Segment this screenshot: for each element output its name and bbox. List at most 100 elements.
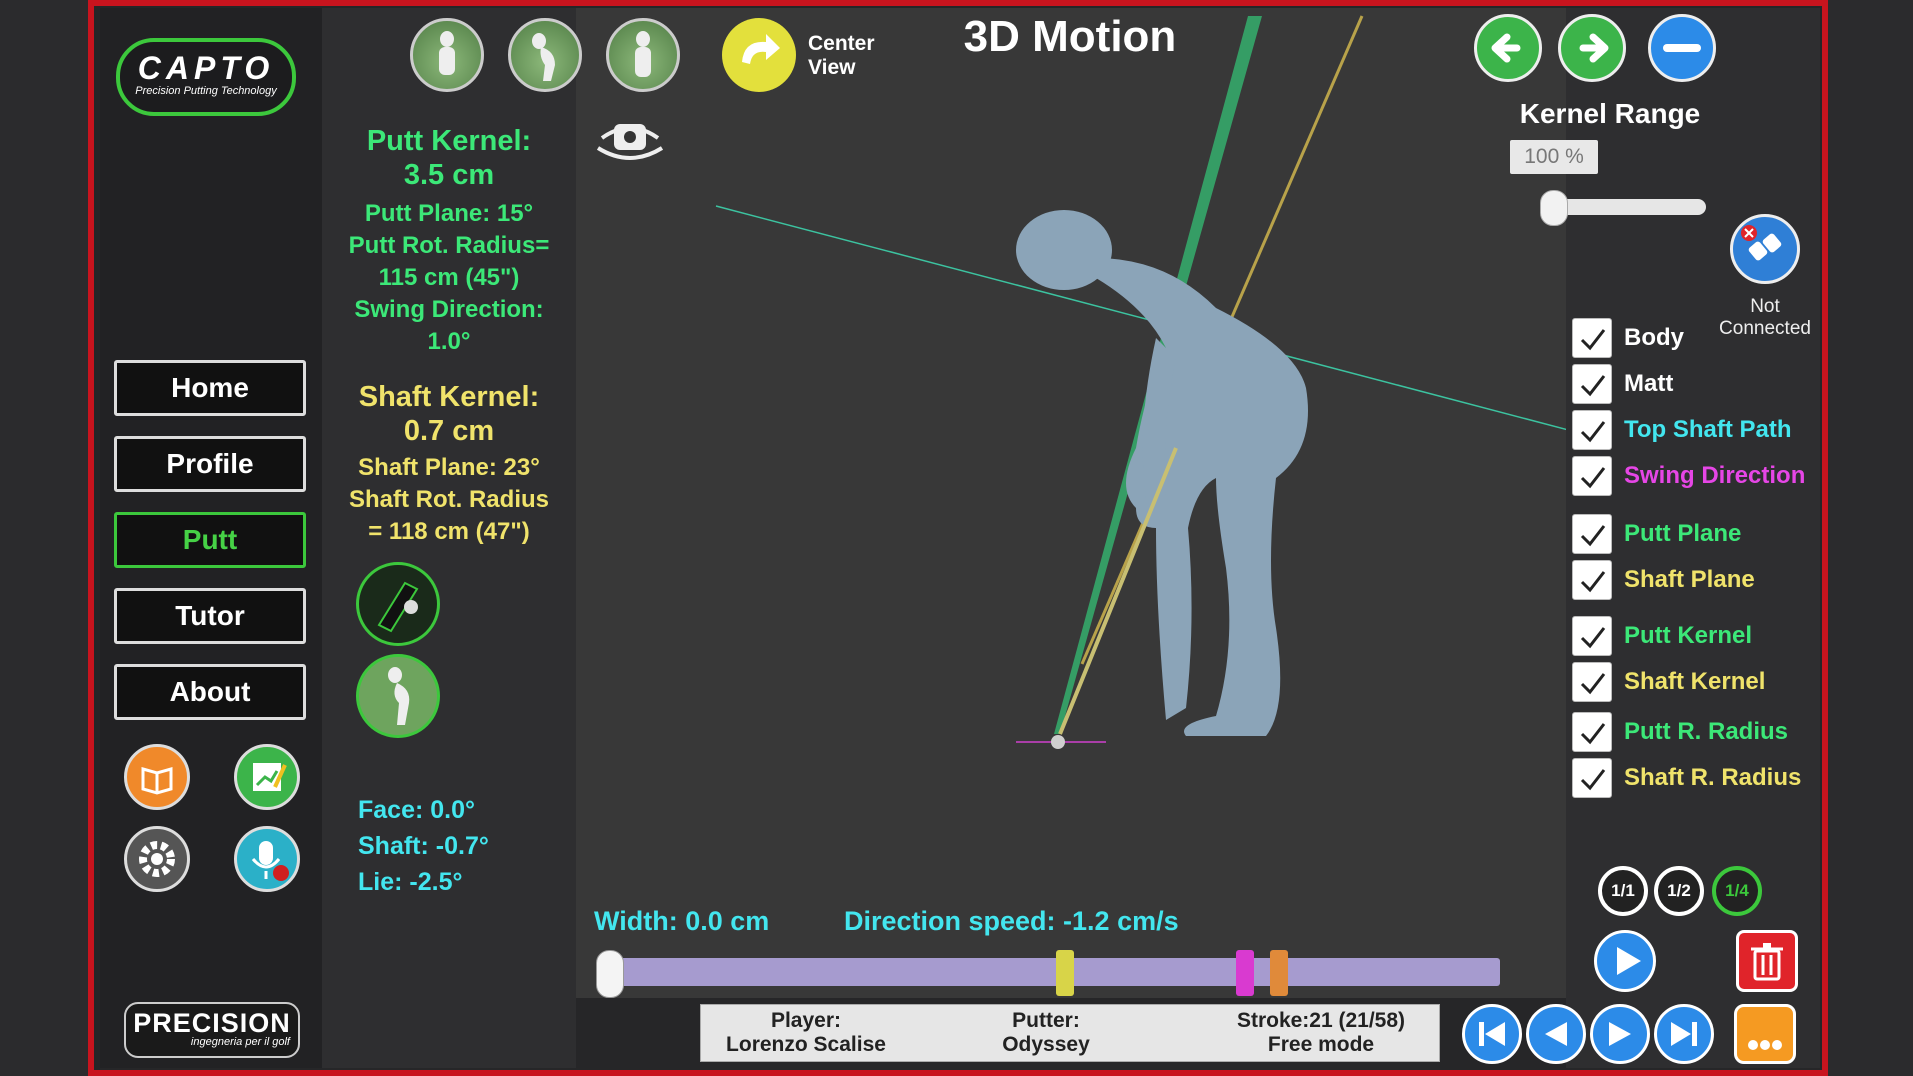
- putt-plane-value: Putt Plane: 15°: [364, 200, 534, 227]
- lie-angle: Lie: -2.5°: [358, 868, 463, 896]
- stroke-width: Width: 0.0 cm: [594, 906, 770, 936]
- shaft-kernel-value: 0.7 cm: [403, 415, 495, 447]
- chart-edit-icon[interactable]: [234, 744, 300, 810]
- center-view-line1: Center: [808, 32, 875, 55]
- checkmark-icon: [1580, 769, 1606, 791]
- home-button[interactable]: Home: [114, 360, 306, 416]
- putt-kernel-title: Putt Kernel:: [366, 125, 532, 157]
- layer-checkbox-shaft-r-radius[interactable]: [1572, 758, 1612, 798]
- speed-half-button[interactable]: 1/2: [1654, 866, 1704, 916]
- shaft-plane-value: Shaft Plane: 23°: [358, 454, 540, 481]
- swing-direction-line1: Swing Direction:: [354, 296, 544, 323]
- putter-name: Odyssey: [1002, 1033, 1090, 1056]
- device-connection-icon[interactable]: [1730, 214, 1800, 284]
- layer-checkbox-swing-direction[interactable]: [1572, 456, 1612, 496]
- play-button[interactable]: [1594, 930, 1656, 992]
- layer-checkbox-shaft-plane[interactable]: [1572, 560, 1612, 600]
- layer-label: Putt Plane: [1624, 520, 1742, 547]
- putter-label: Putter:: [1012, 1009, 1080, 1032]
- shaft-kernel: Shaft Kernel: 0.7 cm: [330, 380, 568, 448]
- layer-checkbox-top-shaft-path[interactable]: [1572, 410, 1612, 450]
- microphone-rec-icon[interactable]: [234, 826, 300, 892]
- previous-stroke-button[interactable]: [1526, 1004, 1586, 1064]
- shaft-angle: Shaft: -0.7°: [358, 832, 489, 860]
- putter-head-view-icon[interactable]: [356, 562, 440, 646]
- side-view-thumbnail[interactable]: [508, 18, 582, 92]
- layer-label: Shaft R. Radius: [1624, 764, 1802, 791]
- book-icon[interactable]: [124, 744, 190, 810]
- golfer-body: [1016, 210, 1308, 736]
- camera-rotate-icon[interactable]: [592, 118, 668, 168]
- front-view-thumbnail[interactable]: [410, 18, 484, 92]
- speed-full-button[interactable]: 1/1: [1598, 866, 1648, 916]
- kernel-range-slider-thumb[interactable]: [1540, 190, 1568, 226]
- player-label: Player:: [770, 1009, 842, 1032]
- tutor-button[interactable]: Tutor: [114, 588, 306, 644]
- checkmark-icon: [1580, 421, 1606, 443]
- layer-checkbox-putt-plane[interactable]: [1572, 514, 1612, 554]
- layer-checkbox-matt[interactable]: [1572, 364, 1612, 404]
- 3d-viewport[interactable]: [576, 8, 1566, 998]
- shaft-kernel-title: Shaft Kernel:: [358, 381, 540, 413]
- logo-brand: CAPTO: [137, 50, 275, 86]
- shaft-rot-radius-line1: Shaft Rot. Radius: [348, 486, 549, 513]
- delete-icon[interactable]: [1736, 930, 1798, 992]
- kernel-range-slider[interactable]: [1556, 199, 1706, 215]
- face-angle: Face: 0.0°: [358, 796, 476, 824]
- timeline-thumb[interactable]: [596, 950, 624, 998]
- checkmark-icon: [1580, 467, 1606, 489]
- player-name: Lorenzo Scalise: [726, 1033, 886, 1056]
- checkmark-icon: [1580, 673, 1606, 695]
- layer-label: Body: [1624, 324, 1684, 351]
- swing-direction-line: [715, 205, 1566, 431]
- layer-label: Putt Kernel: [1624, 622, 1753, 649]
- center-view-label[interactable]: Center View: [808, 32, 875, 80]
- shaft-rot-radius-line2: = 118 cm (47"): [368, 518, 530, 545]
- first-stroke-button[interactable]: [1462, 1004, 1522, 1064]
- session-info-bar: Player: Lorenzo Scalise Putter: Odyssey …: [700, 1004, 1440, 1062]
- layer-checkbox-shaft-kernel[interactable]: [1572, 662, 1612, 702]
- last-stroke-button[interactable]: [1654, 1004, 1714, 1064]
- layer-label: Top Shaft Path: [1624, 416, 1792, 443]
- page-title: 3D Motion: [963, 12, 1177, 61]
- putt-kernel-value: 3.5 cm: [403, 159, 495, 191]
- kernel-range-value: 100 %: [1510, 140, 1598, 174]
- timeline-track[interactable]: [608, 958, 1500, 986]
- checkmark-icon: [1580, 525, 1606, 547]
- minus-button[interactable]: [1648, 14, 1716, 82]
- timeline-marker-orange[interactable]: [1270, 950, 1288, 996]
- putt-plane-metrics: Putt Plane: 15° Putt Rot. Radius= 115 cm…: [326, 198, 572, 358]
- center-view-icon[interactable]: [722, 18, 796, 92]
- about-button[interactable]: About: [114, 664, 306, 720]
- swing-direction-line2: 1.0°: [427, 328, 471, 355]
- layer-label: Shaft Plane: [1624, 566, 1755, 593]
- layer-checkbox-putt-r-radius[interactable]: [1572, 712, 1612, 752]
- center-view-line2: View: [808, 56, 856, 79]
- golfer-3d-scene: [715, 15, 1566, 749]
- speed-quarter-button[interactable]: 1/4: [1712, 866, 1762, 916]
- timeline-marker-magenta[interactable]: [1236, 950, 1254, 996]
- profile-button[interactable]: Profile: [114, 436, 306, 492]
- layer-label: Putt R. Radius: [1624, 718, 1789, 745]
- layer-label: Swing Direction: [1624, 462, 1806, 489]
- checkmark-icon: [1580, 329, 1606, 351]
- more-options-button[interactable]: [1734, 1004, 1796, 1064]
- gear-icon[interactable]: [124, 826, 190, 892]
- next-arrow-button[interactable]: [1558, 14, 1626, 82]
- timeline-marker-yellow[interactable]: [1056, 950, 1074, 996]
- layer-checkbox-body[interactable]: [1572, 318, 1612, 358]
- previous-arrow-button[interactable]: [1474, 14, 1542, 82]
- layer-checkbox-putt-kernel[interactable]: [1572, 616, 1612, 656]
- back-view-thumbnail[interactable]: [606, 18, 680, 92]
- checkmark-icon: [1580, 375, 1606, 397]
- face-metrics: Face: 0.0° Shaft: -0.7° Lie: -2.5°: [358, 792, 489, 900]
- layer-label: Shaft Kernel: [1624, 668, 1766, 695]
- direction-speed: Direction speed: -1.2 cm/s: [844, 906, 1179, 936]
- capto-logo: CAPTO Precision Putting Technology: [116, 38, 296, 116]
- putter-info: Putter: Odyssey: [961, 1009, 1131, 1057]
- putt-button[interactable]: Putt: [114, 512, 306, 568]
- next-stroke-button[interactable]: [1590, 1004, 1650, 1064]
- checkmark-icon: [1580, 627, 1606, 649]
- layer-label: Matt: [1624, 370, 1674, 397]
- golfer-view-icon[interactable]: [356, 654, 440, 738]
